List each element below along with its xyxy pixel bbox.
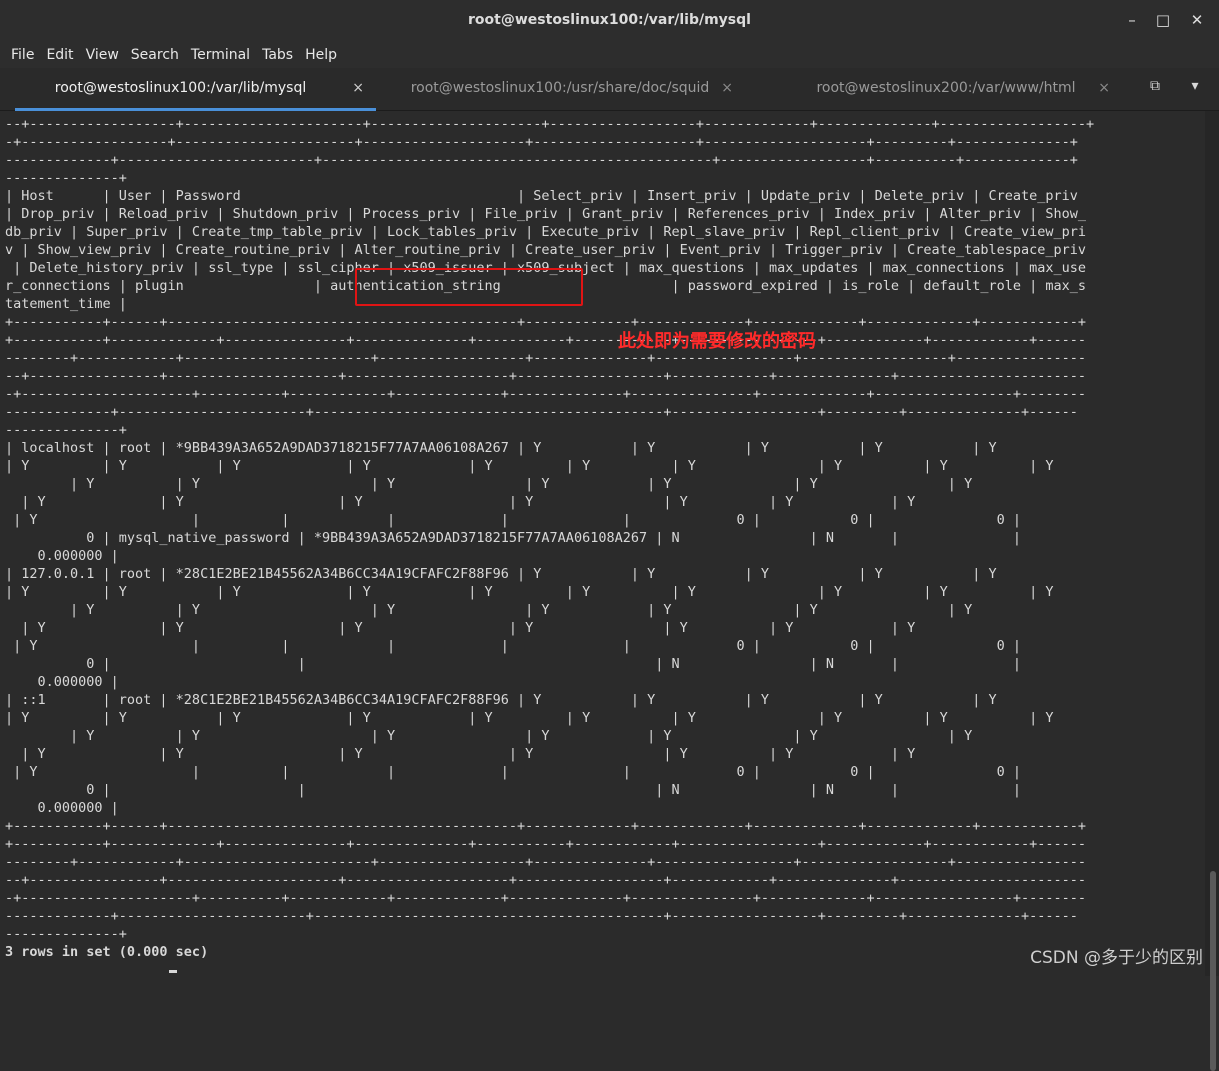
terminal-line: | Y | Y | Y | Y | Y | Y | Y (21, 620, 916, 636)
terminal-line: db_priv | Super_priv | Create_tmp_table_… (5, 224, 1086, 240)
terminal-line: | Y | | | | | 0 | 0 | 0 | (13, 638, 1021, 654)
scrollbar-thumb[interactable] (1210, 871, 1216, 1071)
new-tab-icon[interactable]: ⧉ (1143, 78, 1167, 100)
menu-search[interactable]: Search (125, 44, 185, 66)
menu-help[interactable]: Help (299, 44, 343, 66)
menu-terminal[interactable]: Terminal (185, 44, 256, 66)
menu-file[interactable]: File (0, 44, 40, 66)
terminal-line: | Y | Y | Y | Y | Y | Y | Y (21, 746, 916, 762)
highlight-box-authentication-string (355, 268, 583, 306)
terminal-line: -------------+-----------------------+--… (5, 908, 1078, 924)
terminal-line: | Y | | | | | 0 | 0 | 0 | (13, 764, 1021, 780)
terminal-line: --------+------------+------------------… (5, 350, 1086, 366)
terminal-line: | Y | Y | Y | Y | Y | Y | Y | Y | Y | Y (5, 584, 1054, 600)
tab-close-icon[interactable]: × (352, 68, 364, 108)
terminal-line: | Y | Y | Y | Y | Y | Y | Y (70, 728, 973, 744)
minimize-button[interactable]: – (1120, 8, 1144, 32)
tab-close-icon[interactable]: × (1098, 68, 1110, 108)
tab-mysql[interactable]: root@westoslinux100:/var/lib/mysql × (15, 68, 376, 111)
watermark: CSDN @多于少的区别 (1030, 948, 1203, 968)
tab-close-icon[interactable]: × (721, 68, 733, 108)
tab-www[interactable]: root@westoslinux200:/var/www/html × (800, 68, 1122, 108)
terminal-line: v | Show_view_priv | Create_routine_priv… (5, 242, 1086, 258)
terminal-line: +-----------+------+--------------------… (5, 314, 1086, 330)
menu-bar: File Edit View Search Terminal Tabs Help (0, 44, 1219, 68)
tab-label: root@westoslinux100:/usr/share/doc/squid (410, 80, 710, 96)
terminal-line: --------------+ (5, 422, 127, 438)
terminal-line: tatement_time | (5, 296, 127, 312)
menu-tabs[interactable]: Tabs (256, 44, 299, 66)
terminal-line: | 127.0.0.1 | root | *28C1E2BE21B45562A3… (5, 566, 997, 582)
terminal-line: | Y | Y | Y | Y | Y | Y | Y (21, 494, 916, 510)
scrollbar[interactable] (1205, 111, 1219, 1071)
terminal-line: --------------+ (5, 170, 127, 186)
terminal-line: | Y | Y | Y | Y | Y | Y | Y (70, 602, 973, 618)
close-button[interactable]: ✕ (1185, 8, 1209, 32)
terminal-line: --+----------------+--------------------… (5, 368, 1086, 384)
terminal-line: -+---------------------+----------+-----… (5, 890, 1086, 906)
terminal-line: 3 rows in set (0.000 sec) (5, 944, 209, 960)
terminal-line: --+------------------+------------------… (5, 116, 1095, 132)
terminal-line: 0.000000 | (37, 800, 119, 816)
terminal-line: --------------+ (5, 926, 127, 942)
terminal-line: +-----------+-------------+-------------… (5, 836, 1086, 852)
window-title: root@westoslinux100:/var/lib/mysql (468, 12, 751, 28)
chevron-down-icon[interactable]: ▾ (1183, 78, 1207, 100)
terminal-line: | Drop_priv | Reload_priv | Shutdown_pri… (5, 206, 1086, 222)
terminal-line: | Y | Y | Y | Y | Y | Y | Y (70, 476, 973, 492)
terminal-line: | localhost | root | *9BB439A3A652A9DAD3… (5, 440, 997, 456)
terminal-line: | Y | Y | Y | Y | Y | Y | Y | Y | Y | Y (5, 710, 1054, 726)
terminal-line: +-----------+------+--------------------… (5, 818, 1086, 834)
terminal-line: -------------+-----------------------+--… (5, 404, 1078, 420)
menu-edit[interactable]: Edit (40, 44, 79, 66)
menu-view[interactable]: View (80, 44, 125, 66)
terminal-line: | Host | User | Password | Select_priv |… (5, 188, 1078, 204)
terminal-line: +-----------+-------------+-------------… (5, 332, 1086, 348)
terminal-line: | ::1 | root | *28C1E2BE21B45562A34B6CC3… (5, 692, 997, 708)
terminal-line: 0 | | | N | N | | (86, 656, 1021, 672)
terminal-line: | Y | | | | | 0 | 0 | 0 | (13, 512, 1021, 528)
terminal-output[interactable]: --+------------------+------------------… (0, 111, 1205, 976)
tab-label: root@westoslinux100:/var/lib/mysql (54, 80, 307, 96)
maximize-button[interactable]: □ (1151, 8, 1175, 32)
terminal-line: -+---------------------+----------+-----… (5, 386, 1086, 402)
terminal-cursor (169, 970, 177, 973)
tab-bar: root@westoslinux100:/var/lib/mysql × roo… (0, 68, 1219, 111)
annotation-text: 此处即为需要修改的密码 (618, 331, 816, 352)
terminal-line: --+----------------+--------------------… (5, 872, 1086, 888)
terminal-line: 0 | | | N | N | | (86, 782, 1021, 798)
terminal-line: -------------+------------------------+-… (5, 152, 1078, 168)
tab-label: root@westoslinux200:/var/www/html (816, 80, 1076, 96)
title-bar: root@westoslinux100:/var/lib/mysql – □ ✕ (0, 0, 1219, 45)
terminal-line: 0 | mysql_native_password | *9BB439A3A65… (86, 530, 1021, 546)
terminal-line: 0.000000 | (37, 548, 119, 564)
terminal-line: --------+------------+------------------… (5, 854, 1086, 870)
terminal-line: | Y | Y | Y | Y | Y | Y | Y | Y | Y | Y (5, 458, 1054, 474)
tab-squid[interactable]: root@westoslinux100:/usr/share/doc/squid… (405, 68, 745, 108)
terminal-line: -+------------------+-------------------… (5, 134, 1078, 150)
terminal-line: 0.000000 | (37, 674, 119, 690)
terminal-text: --+------------------+------------------… (0, 115, 1094, 961)
